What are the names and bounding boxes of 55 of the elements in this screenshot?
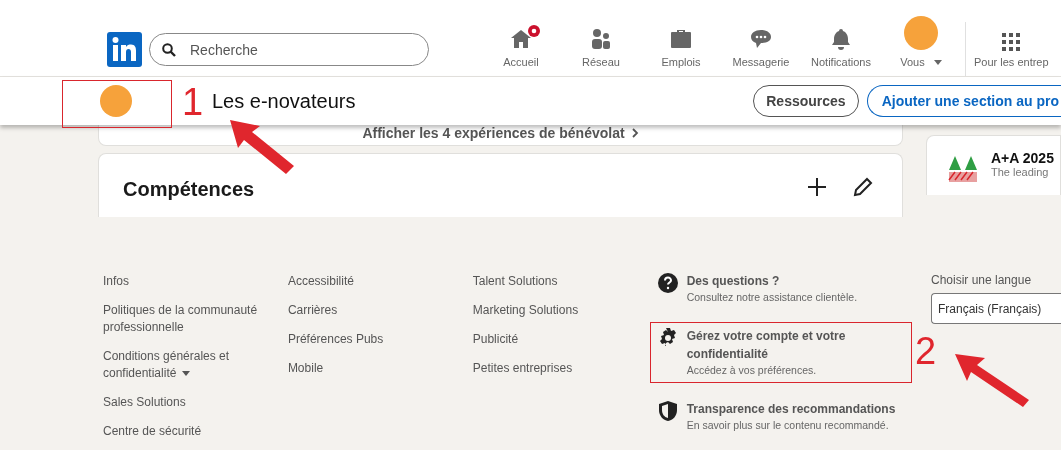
grid-icon	[1001, 32, 1022, 52]
logo[interactable]	[107, 32, 142, 67]
pencil-icon	[852, 176, 874, 198]
footer-link[interactable]: Petites entreprises	[472, 360, 633, 377]
nav-item[interactable]: Réseau	[561, 6, 641, 76]
nav-item[interactable]: Vous	[881, 6, 961, 76]
annotation-number: 1	[182, 83, 204, 121]
bell-icon	[829, 28, 853, 50]
footer-link[interactable]: Politiques de la communauté professionnelle	[103, 302, 263, 336]
footer-link[interactable]: Publicité	[472, 331, 633, 348]
resources-button[interactable]: Ressources	[753, 85, 859, 117]
ad-title: A+A 2025	[991, 150, 1054, 166]
avatar-icon	[100, 85, 132, 117]
plus-icon	[806, 176, 828, 198]
footer-link[interactable]: Talent Solutions	[472, 273, 633, 290]
caret-icon	[933, 59, 942, 65]
nav-item[interactable]: Notifications	[801, 6, 881, 76]
business-menu[interactable]: Pour les entrep	[965, 22, 1049, 76]
add-section-button[interactable]: Ajouter une section au pro	[866, 85, 1061, 117]
help-text: Consultez notre assistance clientèle.	[686, 290, 858, 305]
nav-item[interactable]: Accueil	[481, 6, 561, 76]
house-icon	[509, 28, 533, 50]
annotation-number: 2	[915, 332, 937, 370]
arrow-drawing	[228, 118, 296, 176]
nav-item[interactable]: Emplois	[641, 6, 721, 76]
help-title[interactable]: Transparence des recommandations	[686, 400, 896, 418]
footer-link[interactable]: Sales Solutions	[103, 394, 263, 411]
help-title[interactable]: Gérez votre compte et votre confidentialité	[686, 327, 905, 363]
footer-link[interactable]: Conditions générales et confidentialité	[103, 348, 263, 382]
footer-link[interactable]: Infos	[103, 273, 263, 290]
section-title: Compétences	[123, 178, 255, 201]
footer-link[interactable]: Marketing Solutions	[472, 302, 633, 319]
footer-link[interactable]: Mobile	[287, 360, 448, 377]
help-title[interactable]: Des questions ?	[686, 272, 858, 290]
language-select[interactable]: Français (Français)	[931, 293, 1061, 324]
help-text: En savoir plus sur le contenu recommandé.	[686, 418, 890, 433]
chevron-icon	[630, 128, 639, 138]
nav-item[interactable]: Messagerie	[721, 6, 801, 76]
footer-link[interactable]: Carrières	[287, 302, 448, 319]
search-input[interactable]: Recherche	[188, 40, 388, 59]
footer-link[interactable]: Préférences Pubs	[287, 331, 448, 348]
search-icon	[162, 42, 176, 57]
ad-subtitle: The leading	[991, 166, 1050, 179]
briefcase-icon	[669, 28, 693, 50]
volunteer-link[interactable]: Afficher les 4 expériences de bénévolat	[362, 125, 639, 141]
help-text: Accédez à vos préférences.	[686, 363, 818, 378]
footer-link[interactable]: Accessibilité	[287, 273, 448, 290]
profile-name: Les e-novateurs	[212, 89, 356, 113]
help-icon	[656, 272, 679, 294]
footer-link[interactable]: Centre de sécurité	[103, 423, 263, 440]
people-icon	[589, 28, 613, 50]
shield-icon	[656, 400, 679, 422]
avatar-icon	[904, 16, 938, 50]
language-label: Choisir une langue	[931, 273, 1033, 287]
chat-bubble-icon	[749, 28, 773, 50]
